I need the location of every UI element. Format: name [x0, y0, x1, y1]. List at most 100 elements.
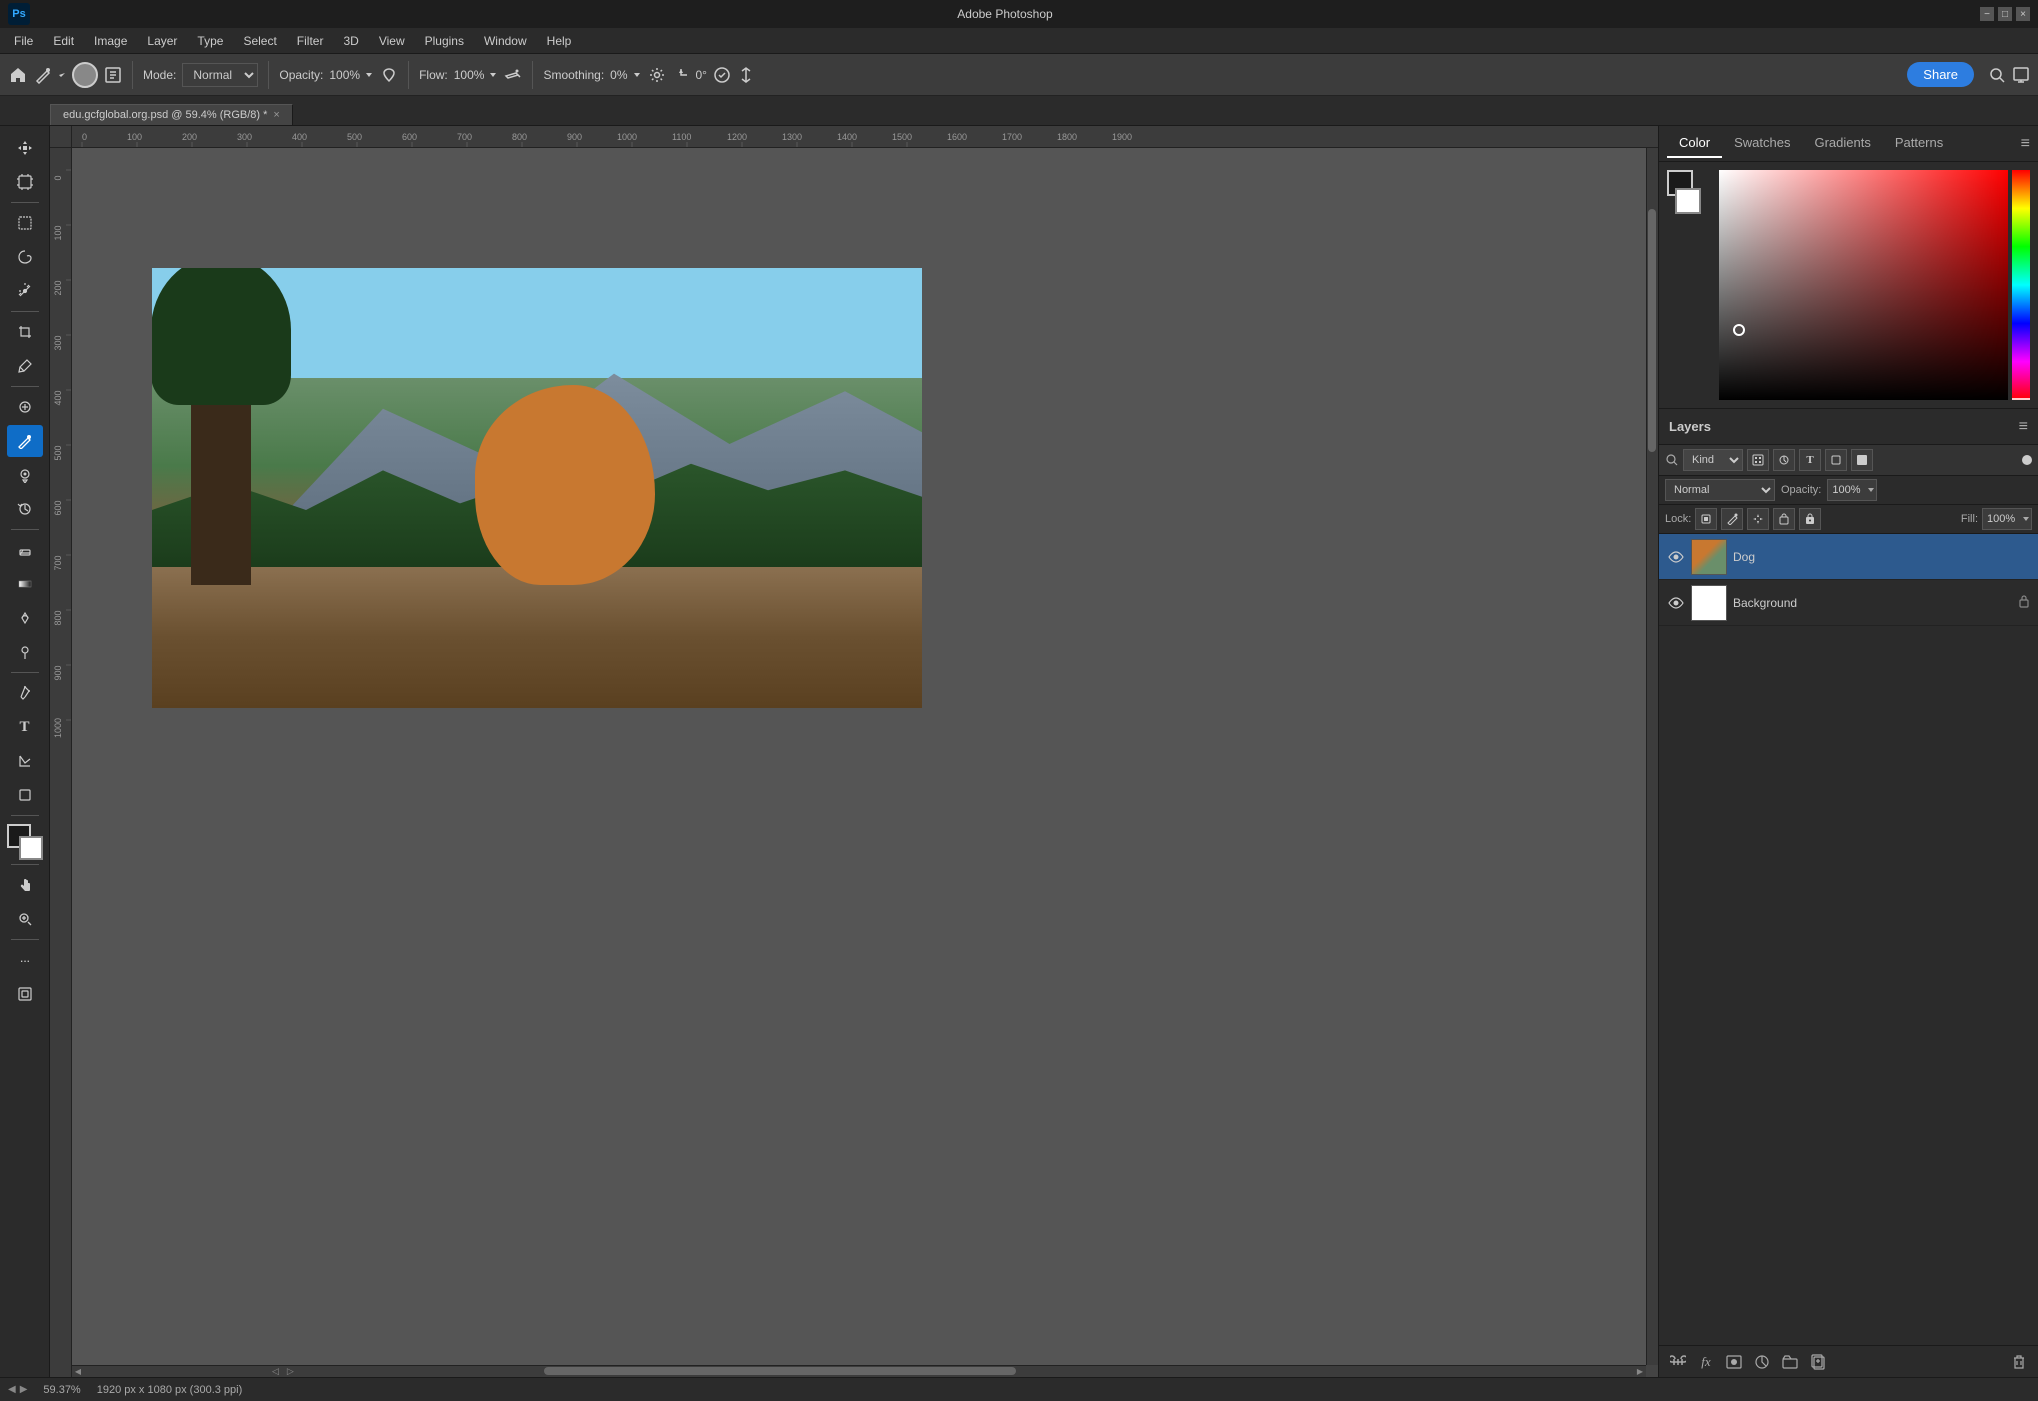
layers-filter-select[interactable]: Kind Name Effect: [1683, 449, 1743, 471]
tab-patterns[interactable]: Patterns: [1883, 129, 1955, 158]
move-tool[interactable]: [7, 132, 43, 164]
flow-value-display[interactable]: 100%: [454, 68, 499, 82]
lock-all-btn[interactable]: [1799, 508, 1821, 530]
blur-tool[interactable]: [7, 602, 43, 634]
minimize-button[interactable]: −: [1980, 7, 1994, 21]
menu-image[interactable]: Image: [84, 31, 137, 51]
symmetry-icon[interactable]: [737, 66, 755, 84]
filter-shape-icon[interactable]: [1825, 449, 1847, 471]
menu-window[interactable]: Window: [474, 31, 537, 51]
eraser-tool[interactable]: [7, 534, 43, 566]
lock-artboard-btn[interactable]: [1773, 508, 1795, 530]
brush-settings-icon[interactable]: [648, 66, 666, 84]
layer-fx-button[interactable]: fx: [1695, 1351, 1717, 1373]
background-color-box[interactable]: [19, 836, 43, 860]
close-button[interactable]: ×: [2016, 7, 2030, 21]
dodge-tool[interactable]: [7, 636, 43, 668]
menu-3d[interactable]: 3D: [333, 31, 368, 51]
shape-tool[interactable]: [7, 779, 43, 811]
tab-color[interactable]: Color: [1667, 129, 1722, 158]
status-arrow-left[interactable]: ◀: [8, 1384, 16, 1395]
selection-tool[interactable]: [7, 207, 43, 239]
scroll-right-arrow[interactable]: ▶: [1634, 1366, 1646, 1377]
menu-type[interactable]: Type: [187, 31, 233, 51]
frame-tool[interactable]: [7, 978, 43, 1010]
menu-layer[interactable]: Layer: [137, 31, 187, 51]
layer-row-background[interactable]: Background: [1659, 580, 2038, 626]
tab-gradients[interactable]: Gradients: [1802, 129, 1882, 158]
text-tool[interactable]: T: [7, 711, 43, 743]
scroll-nav-right[interactable]: ▷: [287, 1366, 294, 1377]
menu-plugins[interactable]: Plugins: [415, 31, 474, 51]
bg-color-swatch[interactable]: [1675, 188, 1701, 214]
tab-swatches[interactable]: Swatches: [1722, 129, 1802, 158]
heal-tool[interactable]: [7, 391, 43, 423]
menu-file[interactable]: File: [4, 31, 43, 51]
mode-select[interactable]: Normal Multiply Screen Overlay: [182, 63, 258, 87]
menu-filter[interactable]: Filter: [287, 31, 334, 51]
new-layer-button[interactable]: [1807, 1351, 1829, 1373]
zoom-tool[interactable]: [7, 903, 43, 935]
smoothing-value-display[interactable]: 0%: [610, 68, 641, 82]
brush-tool-icon[interactable]: [34, 66, 66, 84]
airbrush-icon[interactable]: [504, 66, 522, 84]
artboard-tool[interactable]: [7, 166, 43, 198]
gradient-tool[interactable]: [7, 568, 43, 600]
canvas-workspace[interactable]: [72, 148, 1646, 1365]
home-button[interactable]: [8, 65, 28, 85]
maximize-button[interactable]: □: [1998, 7, 2012, 21]
document-tab-close[interactable]: ×: [273, 109, 279, 121]
magic-wand-tool[interactable]: [7, 275, 43, 307]
path-selection-tool[interactable]: [7, 745, 43, 777]
brush-tool[interactable]: [7, 425, 43, 457]
hue-strip[interactable]: [2012, 170, 2030, 400]
brush-size-preview[interactable]: [72, 62, 98, 88]
lasso-tool[interactable]: [7, 241, 43, 273]
delete-layer-button[interactable]: [2008, 1351, 2030, 1373]
filter-pixel-icon[interactable]: [1747, 449, 1769, 471]
eyedropper-tool[interactable]: [7, 350, 43, 382]
scroll-left-arrow[interactable]: ◀: [72, 1366, 84, 1377]
history-brush-tool[interactable]: [7, 493, 43, 525]
angle-icon[interactable]: [672, 66, 690, 84]
scroll-thumb-v[interactable]: [1648, 209, 1656, 452]
color-panel-menu-icon[interactable]: ≡: [2021, 135, 2030, 153]
menu-select[interactable]: Select: [233, 31, 286, 51]
layer-link-button[interactable]: [1667, 1351, 1689, 1373]
menu-edit[interactable]: Edit: [43, 31, 84, 51]
color-gradient-picker[interactable]: [1719, 170, 2008, 400]
layer-adjustment-button[interactable]: [1751, 1351, 1773, 1373]
filter-text-icon[interactable]: T: [1799, 449, 1821, 471]
status-arrow-right[interactable]: ▶: [20, 1384, 28, 1395]
horizontal-scrollbar[interactable]: ◀ ▶ ◁ ▷: [72, 1365, 1646, 1377]
toggle-brushes-button[interactable]: [104, 66, 122, 84]
vertical-scrollbar[interactable]: [1646, 148, 1658, 1365]
hand-tool[interactable]: [7, 869, 43, 901]
angle-value-display[interactable]: 0°: [696, 68, 707, 82]
menu-help[interactable]: Help: [537, 31, 582, 51]
filter-smart-icon[interactable]: [1851, 449, 1873, 471]
lock-paint-btn[interactable]: [1721, 508, 1743, 530]
filter-toggle-dot[interactable]: [2022, 455, 2032, 465]
layer-row-dog[interactable]: Dog: [1659, 534, 2038, 580]
stylus-pressure-icon[interactable]: [713, 66, 731, 84]
layers-panel-menu-icon[interactable]: ≡: [2019, 418, 2028, 436]
display-icon[interactable]: [2012, 66, 2030, 84]
more-tools[interactable]: ···: [7, 944, 43, 976]
layer-eye-dog[interactable]: [1667, 548, 1685, 566]
new-group-button[interactable]: [1779, 1351, 1801, 1373]
clone-stamp-tool[interactable]: [7, 459, 43, 491]
scroll-nav-left[interactable]: ◁: [272, 1366, 279, 1377]
search-icon[interactable]: [1988, 66, 2006, 84]
pen-tool[interactable]: [7, 677, 43, 709]
layer-mask-button[interactable]: [1723, 1351, 1745, 1373]
pressure-icon[interactable]: [380, 66, 398, 84]
document-tab[interactable]: edu.gcfglobal.org.psd @ 59.4% (RGB/8) * …: [50, 104, 293, 125]
filter-adjust-icon[interactable]: [1773, 449, 1795, 471]
share-button[interactable]: Share: [1907, 62, 1974, 87]
scroll-thumb-h[interactable]: [544, 1367, 1016, 1375]
crop-tool[interactable]: [7, 316, 43, 348]
lock-pixels-btn[interactable]: [1695, 508, 1717, 530]
opacity-value-display[interactable]: 100%: [329, 68, 374, 82]
layer-eye-background[interactable]: [1667, 594, 1685, 612]
